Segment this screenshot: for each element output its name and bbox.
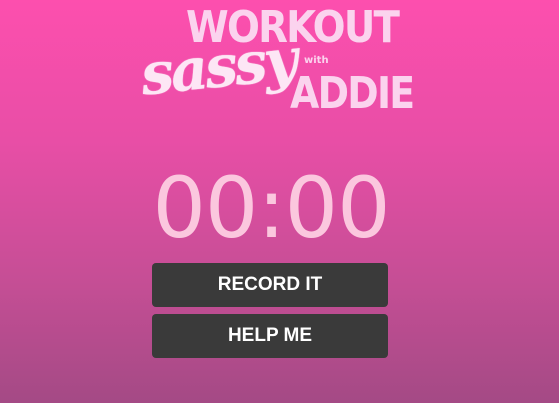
app-logo: WORKOUT sassy with ADDIE	[0, 0, 559, 130]
timer-display: 00:00	[152, 159, 390, 257]
record-it-button[interactable]: RECORD IT	[152, 263, 388, 307]
help-me-button[interactable]: HELP ME	[152, 314, 388, 358]
logo-sassy-script: sassy	[137, 24, 298, 109]
logo-with-text: with	[304, 55, 329, 66]
logo-addie-text: ADDIE	[290, 68, 415, 119]
